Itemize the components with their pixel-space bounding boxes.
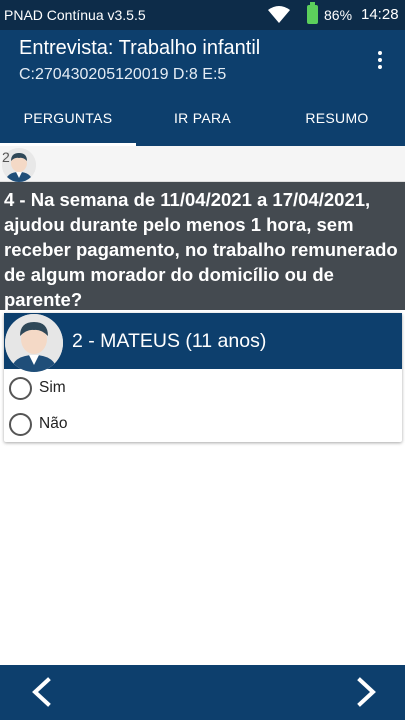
tab-label: RESUMO [305,110,369,126]
option-label: Não [39,415,68,432]
page-title: Entrevista: Trabalho infantil [19,37,261,59]
person-name: 2 - MATEUS (11 anos) [72,330,267,352]
question-text: 4 - Na semana de 11/04/2021 a 17/04/2021… [0,182,405,310]
chevron-left-icon[interactable] [28,677,56,707]
tab-ir-para[interactable]: IR PARA [136,90,269,146]
chevron-right-icon[interactable] [352,677,380,707]
bottom-navigation [0,665,405,720]
option-label: Sim [39,379,66,396]
tab-bar: PERGUNTAS IR PARA RESUMO [0,90,405,146]
option-sim[interactable]: Sim [9,373,399,403]
person-card-header: 2 - MATEUS (11 anos) [4,313,402,372]
status-bar: PNAD Contínua v3.5.5 86% 14:28 [0,0,405,30]
app-version-label: PNAD Contínua v3.5.5 [4,7,146,23]
tab-label: PERGUNTAS [23,110,113,126]
person-answer-card: 2 - MATEUS (11 anos) Sim Não [4,313,402,442]
interview-code: C:270430205120019 D:8 E:5 [19,66,227,83]
person-avatar-icon [5,314,63,372]
status-time: 14:28 [361,6,399,23]
question-progress: 2 [0,146,405,182]
more-vert-icon[interactable] [368,48,392,72]
battery-icon [307,2,318,24]
question-number-badge: 2 [2,149,10,165]
option-nao[interactable]: Não [9,409,399,439]
radio-button[interactable] [9,412,32,436]
radio-button[interactable] [9,376,32,400]
app-bar: Entrevista: Trabalho infantil C:27043020… [0,30,405,90]
tab-resumo[interactable]: RESUMO [269,90,405,146]
tab-label: IR PARA [173,110,232,126]
battery-percent: 86% [324,7,353,23]
wifi-icon [268,6,290,23]
tab-perguntas[interactable]: PERGUNTAS [0,90,136,146]
